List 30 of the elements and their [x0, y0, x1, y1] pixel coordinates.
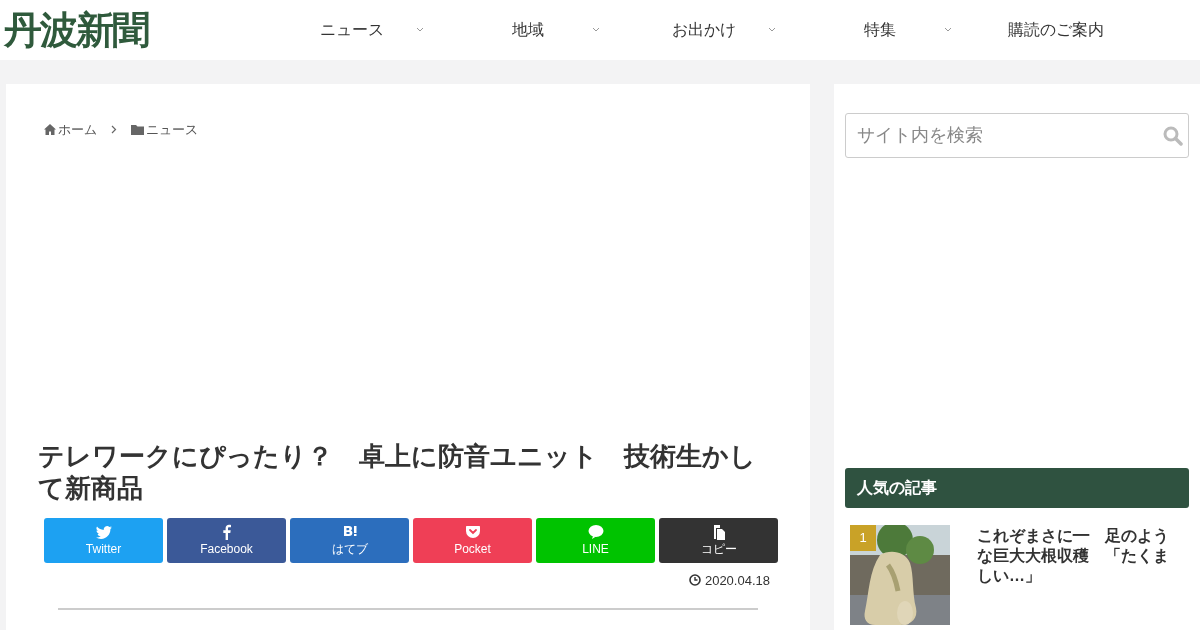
nav-link[interactable]: 特集 — [864, 18, 896, 42]
share-button[interactable]: コピー — [659, 517, 778, 563]
home-icon — [44, 124, 56, 136]
pocket-icon — [464, 524, 481, 540]
widget-heading: 人気の記事 — [845, 468, 1189, 508]
chevron-down-icon[interactable] — [768, 27, 776, 33]
breadcrumb-link[interactable]: ニュース — [146, 120, 198, 140]
share-button[interactable]: はてブ — [290, 517, 409, 563]
site-logo[interactable]: 丹波新聞 — [4, 11, 204, 49]
nav-link[interactable]: 地域 — [512, 18, 544, 42]
share-button[interactable]: Pocket — [413, 517, 532, 563]
article-title: テレワークにぴったり？ 卓上に防音ユニット 技術生かして新商品 — [38, 439, 757, 504]
chevron-right-icon — [111, 125, 117, 135]
search-field[interactable]: サイト内を検索 — [845, 113, 1189, 158]
clock-icon — [688, 574, 701, 587]
bird-icon — [95, 524, 112, 540]
search-icon[interactable] — [1163, 126, 1183, 146]
chevron-down-icon[interactable] — [944, 27, 952, 33]
share-button[interactable]: Facebook — [167, 517, 286, 563]
folder-icon — [131, 124, 144, 136]
post-date: 2020.04.18 — [704, 571, 770, 590]
breadcrumb-link[interactable]: ホーム — [58, 120, 97, 140]
nav-link[interactable]: 購読のご案内 — [1008, 18, 1104, 42]
nav-link[interactable]: ニュース — [320, 18, 384, 42]
nav-link[interactable]: お出かけ — [672, 18, 736, 42]
chat-bubble-icon — [587, 524, 604, 540]
rank-badge: 1 — [850, 525, 876, 551]
chevron-down-icon[interactable] — [416, 27, 424, 33]
chevron-down-icon[interactable] — [592, 27, 600, 33]
article-link[interactable]: これぞまさに━ 足のような巨大大根収穫 「たくましい…」 — [977, 525, 1172, 625]
